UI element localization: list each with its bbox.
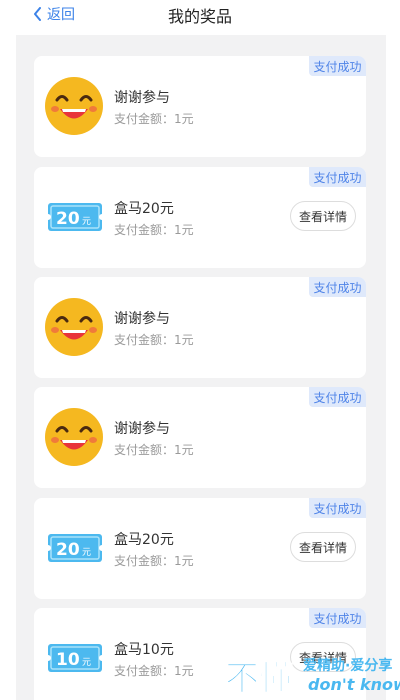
view-details-button[interactable]: 查看详情 [290,532,356,562]
coupon-icon: 20 元 [46,203,104,231]
prize-card[interactable]: 支付成功 谢谢参与支付金额：1元 [34,56,366,157]
prize-card[interactable]: 支付成功 20 元 盒马20元支付金额：1元 查看详情 [34,498,366,599]
view-details-button[interactable]: 查看详情 [290,642,356,672]
smiley-face-icon [45,298,103,356]
view-details-button[interactable]: 查看详情 [290,201,356,231]
svg-text:元: 元 [82,658,91,668]
svg-text:20: 20 [56,209,80,229]
status-badge: 支付成功 [309,167,366,187]
status-badge: 支付成功 [309,277,366,297]
prize-name: 盒马20元 [114,532,174,548]
svg-text:20: 20 [56,540,80,560]
prize-card[interactable]: 支付成功 谢谢参与支付金额：1元 [34,387,366,488]
prize-card[interactable]: 支付成功 谢谢参与支付金额：1元 [34,277,366,378]
svg-text:元: 元 [82,217,91,227]
status-badge: 支付成功 [309,608,366,628]
prize-name: 谢谢参与 [114,311,170,327]
prize-name: 谢谢参与 [114,90,170,106]
coupon-icon: 10 元 [46,644,104,672]
svg-text:元: 元 [82,548,91,558]
payment-amount: 支付金额：1元 [114,664,194,678]
smiley-face-icon [45,408,103,466]
payment-amount: 支付金额：1元 [114,443,194,457]
page-title: 我的奖品 [167,7,232,26]
prize-name: 盒马20元 [114,201,174,217]
prize-card[interactable]: 支付成功 20 元 盒马20元支付金额：1元 查看详情 [34,167,366,268]
prize-name: 盒马10元 [114,642,174,658]
payment-amount: 支付金额：1元 [114,554,194,568]
coupon-icon: 20 元 [46,534,104,562]
payment-amount: 支付金额：1元 [114,223,194,237]
status-badge: 支付成功 [309,498,366,518]
prize-card[interactable]: 支付成功 10 元 盒马10元支付金额：1元 查看详情 [34,608,366,700]
status-badge: 支付成功 [309,56,366,76]
status-badge: 支付成功 [309,387,366,407]
payment-amount: 支付金额：1元 [114,333,194,347]
payment-amount: 支付金额：1元 [114,112,194,126]
prize-list[interactable]: 支付成功 谢谢参与 支付金额：1元 支付成功 20 元 盒马20元 支付金额：1元 查看… [16,35,386,700]
prize-name: 谢谢参与 [114,421,170,437]
svg-text:10: 10 [56,650,80,670]
smiley-face-icon [45,77,103,135]
header: 返回 我的奖品 [0,0,400,30]
